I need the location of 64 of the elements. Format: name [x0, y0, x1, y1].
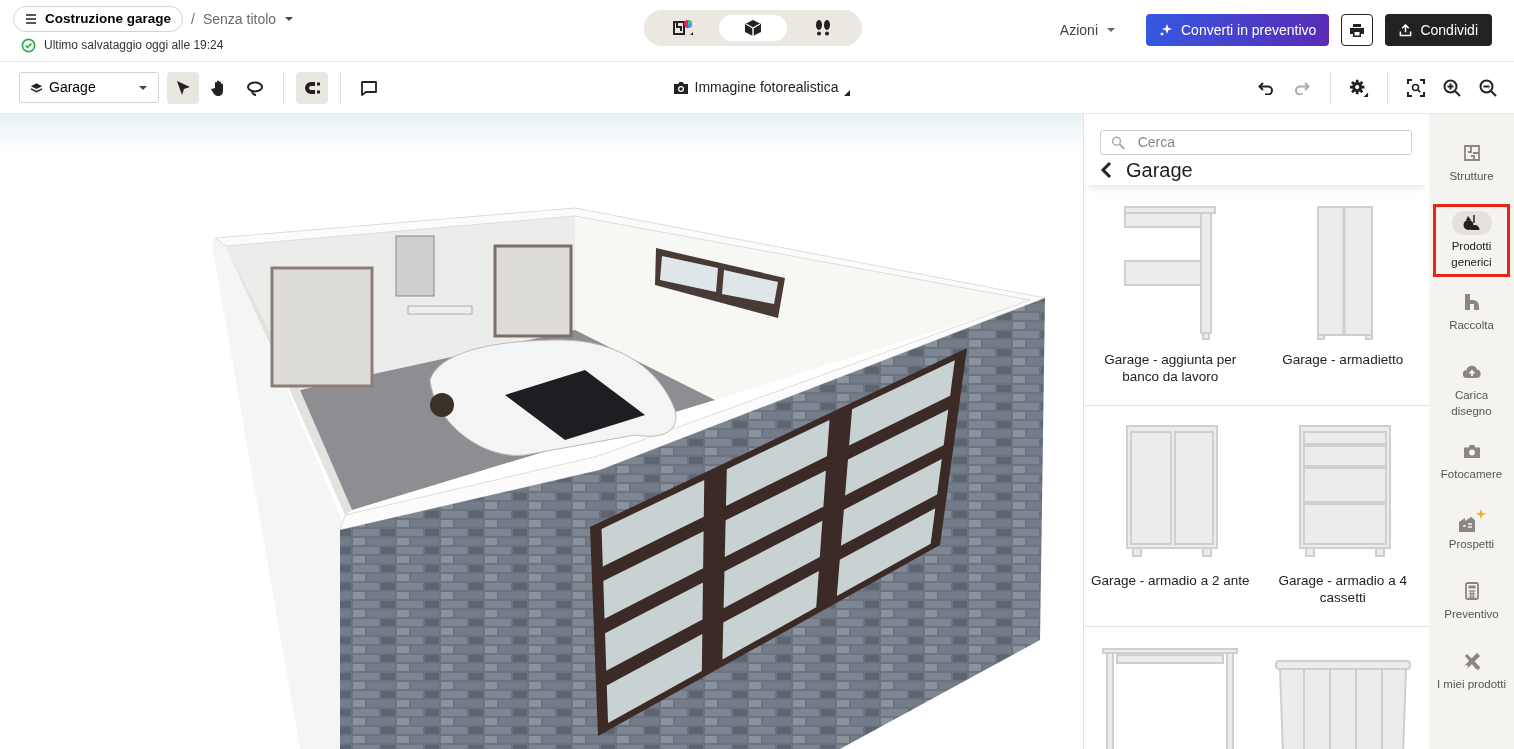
floor-plan-icon — [1462, 144, 1481, 162]
sidebar-tab[interactable]: Raccolta — [1433, 283, 1510, 347]
settings-icon — [1349, 77, 1369, 98]
caret-icon — [284, 16, 295, 22]
cloud-upload-icon — [1462, 365, 1481, 379]
sidebar-tab[interactable]: Preventivo — [1433, 572, 1510, 636]
redo-icon — [1294, 80, 1310, 95]
print-button[interactable] — [1341, 14, 1374, 46]
pointer-icon — [174, 78, 192, 97]
speech-bubble-icon — [360, 79, 378, 96]
corner-triangle-icon — [844, 90, 851, 96]
cube-icon — [743, 19, 762, 37]
camera-icon — [1462, 443, 1481, 459]
menu-icon — [25, 14, 37, 24]
floor-plan-icon — [671, 19, 694, 37]
sidebar-tab[interactable]: Strutture — [1433, 134, 1510, 198]
zoom-out-icon — [1479, 78, 1497, 97]
sidebar-tab[interactable]: Carica disegno — [1433, 353, 1510, 426]
product-item[interactable]: Garage - aggiunta per banco da lavoro — [1084, 185, 1257, 406]
search-field[interactable]: Cerca — [1100, 130, 1412, 155]
sidebar-tab[interactable]: Fotocamere — [1433, 432, 1510, 496]
sidebar-tab[interactable]: Prospetti — [1433, 502, 1510, 566]
photorealistic-image-button[interactable]: Immagine fotorealistica — [666, 76, 857, 99]
product-name: Garage - aggiunta per banco da lavoro — [1103, 351, 1238, 385]
camera-icon — [672, 80, 689, 95]
project-menu-button[interactable]: Costruzione garage — [13, 6, 184, 32]
product-item[interactable]: Garage - armadietto — [1256, 185, 1429, 406]
product-item[interactable]: Garage - armadio a 2 ante — [1084, 406, 1257, 627]
lamp-and-vase-icon — [1461, 214, 1482, 232]
building-icon — [1463, 293, 1480, 311]
printer-icon — [1350, 23, 1365, 37]
share-button[interactable]: Condividi — [1385, 14, 1492, 46]
view-mode-tab[interactable] — [718, 15, 787, 41]
calculator-icon — [1464, 582, 1479, 600]
caret-icon — [1106, 27, 1116, 33]
back-chevron-icon — [1100, 161, 1112, 179]
undo-icon — [1258, 80, 1274, 95]
building-with-sparkle-icon — [1456, 508, 1487, 534]
back-button[interactable] — [1100, 161, 1112, 179]
zoom-fit-icon — [1407, 78, 1425, 97]
upload-icon — [1399, 23, 1413, 37]
snap-magnet-button[interactable] — [296, 71, 328, 104]
save-status: Ultimo salvataggio oggi alle 19:24 — [44, 37, 224, 54]
sidebar-tab[interactable]: Prodotti generici — [1433, 204, 1510, 277]
breadcrumb-separator: / — [191, 9, 195, 29]
design-name-dropdown[interactable]: Senza titolo — [202, 8, 295, 30]
saved-check-icon — [21, 37, 36, 53]
sparkle-icon — [1159, 23, 1173, 37]
convert-button[interactable]: Converti in preventivo — [1146, 14, 1330, 46]
select-tool-button[interactable] — [167, 71, 199, 104]
caret-icon — [138, 84, 148, 91]
sidebar-tab[interactable]: I miei prodotti — [1433, 642, 1510, 706]
category-title: Garage — [1126, 158, 1193, 183]
product-item[interactable]: Garage - armadio a 4 cassetti — [1256, 406, 1429, 627]
footprints-icon — [813, 19, 832, 37]
magnet-icon — [303, 79, 321, 96]
product-name: Garage - armadio a 4 cassetti — [1277, 572, 1408, 606]
zoom-in-icon — [1443, 78, 1461, 97]
product-name: Garage - armadio a 2 ante — [1090, 572, 1251, 589]
actions-dropdown[interactable]: Azioni — [1053, 18, 1122, 42]
search-icon — [1111, 134, 1126, 151]
level-dropdown[interactable]: Garage — [19, 72, 159, 103]
layers-icon — [30, 81, 43, 94]
product-name: Garage - armadietto — [1281, 351, 1405, 368]
